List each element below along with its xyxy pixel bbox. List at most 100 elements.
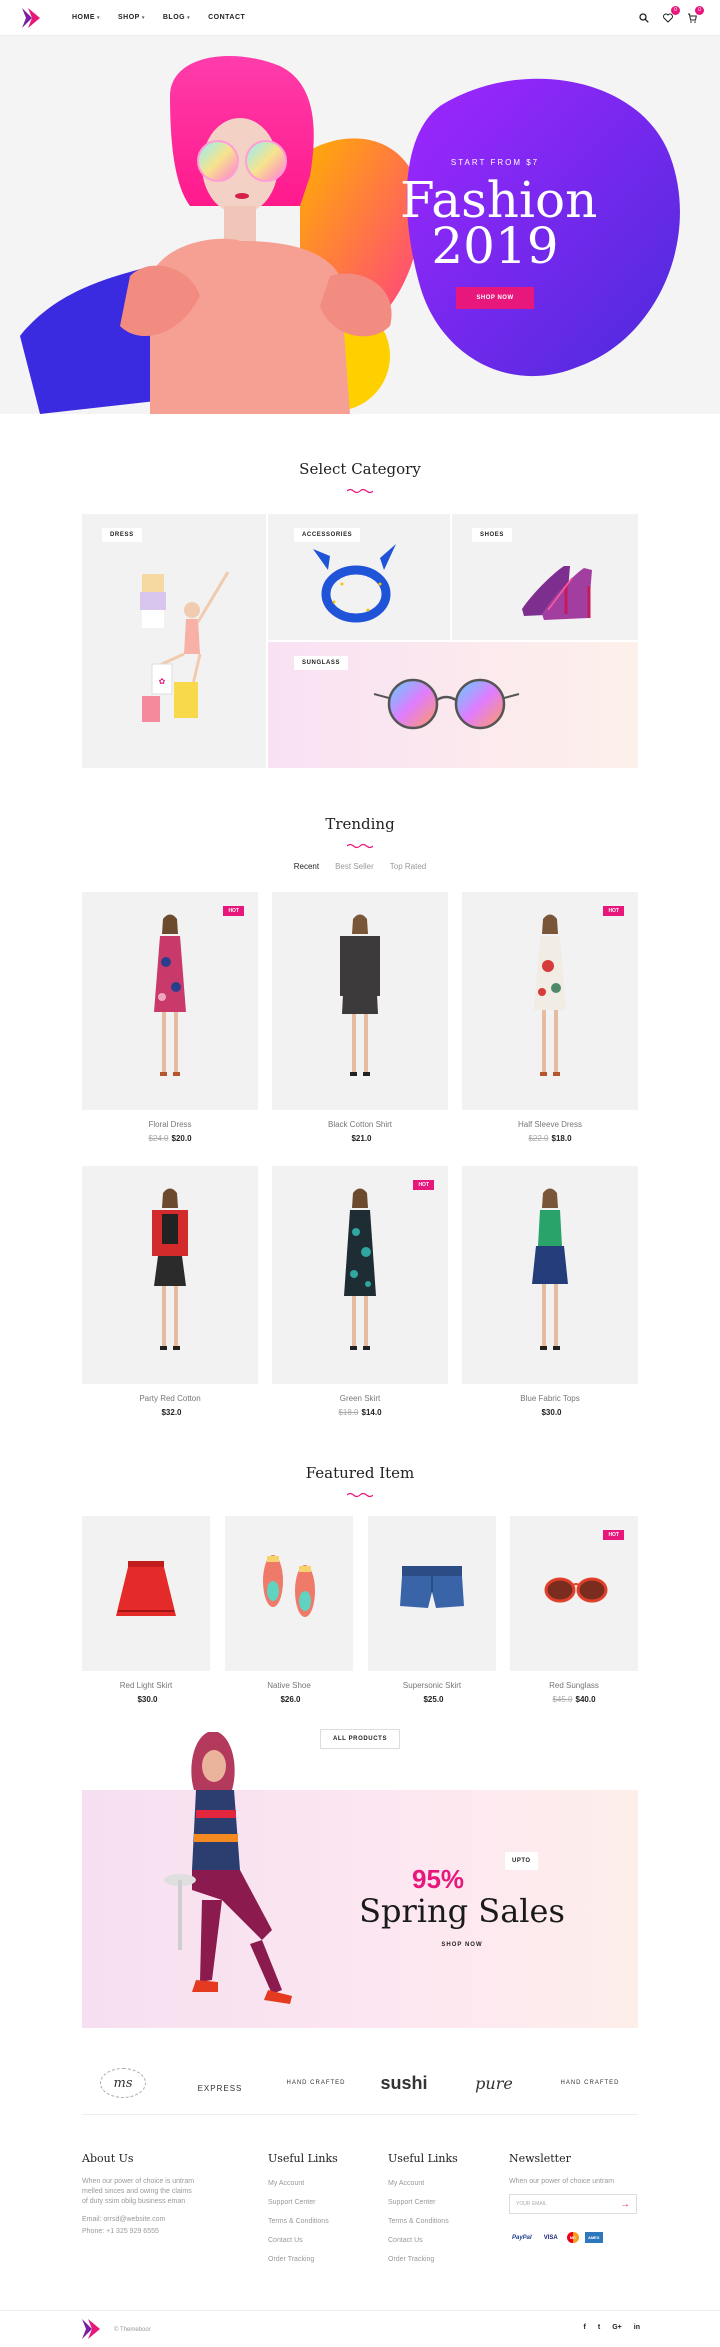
- footer-link[interactable]: Contact Us: [388, 2237, 423, 2244]
- product-name[interactable]: Green Skirt: [271, 1394, 449, 1403]
- footer-links-title: Useful Links: [268, 2152, 338, 2165]
- product-price: $18.0 $14.0: [271, 1408, 449, 1417]
- category-dress[interactable]: DRESS ✿: [82, 514, 266, 768]
- arrow-right-icon[interactable]: →: [620, 2199, 630, 2210]
- google-plus-icon[interactable]: G+: [612, 2324, 622, 2331]
- brand-logo[interactable]: ms: [100, 2068, 146, 2098]
- facebook-icon[interactable]: f: [584, 2324, 586, 2331]
- nav-contact[interactable]: CONTACT: [208, 14, 245, 21]
- cart-count-badge: 0: [695, 5, 704, 15]
- brand-logo[interactable]: pure: [464, 2068, 524, 2098]
- visa-icon: VISA: [543, 2234, 558, 2241]
- footer-link[interactable]: Order Tracking: [388, 2256, 434, 2263]
- copyright: © Themeboor: [114, 2327, 151, 2333]
- product-card[interactable]: [272, 892, 448, 1110]
- brand-logo[interactable]: sushi: [374, 2068, 434, 2098]
- banner-shop-now-link[interactable]: SHOP NOW: [342, 1942, 582, 1948]
- product-card[interactable]: [82, 1166, 258, 1384]
- tab-top-rated[interactable]: Top Rated: [390, 862, 426, 871]
- footer-link[interactable]: Support Center: [388, 2199, 435, 2206]
- product-name[interactable]: Blue Fabric Tops: [461, 1394, 639, 1403]
- product-card[interactable]: HOT: [510, 1516, 638, 1671]
- hot-badge: HOT: [413, 1180, 434, 1190]
- nav-home[interactable]: HOME ▾: [72, 14, 100, 21]
- banner-title: Spring Sales: [359, 1892, 565, 1930]
- footer-link[interactable]: Terms & Conditions: [268, 2218, 329, 2225]
- brand-logo[interactable]: EXPRESS: [190, 2068, 250, 2098]
- product-image: [154, 914, 186, 1076]
- discount-percent: 95%: [412, 1864, 465, 1894]
- current-price: $30.0: [541, 1408, 562, 1417]
- tab-best-seller[interactable]: Best Seller: [335, 862, 374, 871]
- product-image: [344, 1188, 376, 1350]
- hot-badge: HOT: [603, 906, 624, 916]
- footer-link[interactable]: Order Tracking: [268, 2256, 314, 2263]
- product-card[interactable]: [462, 1166, 638, 1384]
- hero-banner: START FROM $7 Fashion 2019 SHOP NOW: [0, 36, 720, 414]
- footer-phone: Phone: +1 325 929 6555: [82, 2228, 159, 2235]
- product-image: [400, 1566, 464, 1608]
- old-price: $18.0: [338, 1408, 359, 1417]
- old-price: $24.0: [148, 1134, 169, 1143]
- product-card[interactable]: [82, 1516, 210, 1671]
- paypal-icon: PayPal: [512, 2234, 532, 2241]
- footer-email: Email: orrsd@website.com: [82, 2216, 166, 2223]
- search-button[interactable]: [638, 12, 650, 24]
- current-price: $25.0: [423, 1695, 444, 1704]
- product-card[interactable]: [225, 1516, 353, 1671]
- category-accessories[interactable]: ACCESSORIES: [268, 514, 450, 640]
- search-icon: [639, 12, 649, 23]
- product-card[interactable]: [368, 1516, 496, 1671]
- mastercard-icon: MC: [566, 2232, 579, 2243]
- social-links: f t G+ in: [584, 2324, 640, 2331]
- brand-logo[interactable]: HAND CRAFTED: [282, 2068, 350, 2098]
- footer-link[interactable]: Contact Us: [268, 2237, 303, 2244]
- category-shoes[interactable]: SHOES: [452, 514, 638, 640]
- footer-about-text: When our power of choice is untram: [82, 2178, 195, 2185]
- product-price: $45.0 $40.0: [485, 1695, 663, 1704]
- product-image: [152, 1188, 188, 1350]
- wave-divider-icon: [347, 488, 373, 494]
- current-price: $18.0: [551, 1134, 572, 1143]
- hero-artwork: [20, 56, 680, 414]
- current-price: $40.0: [575, 1695, 596, 1704]
- footer-link[interactable]: Support Center: [268, 2199, 315, 2206]
- product-name[interactable]: Floral Dress: [81, 1120, 259, 1129]
- product-name[interactable]: Red Sunglass: [485, 1681, 663, 1690]
- tab-recent[interactable]: Recent: [294, 862, 319, 871]
- product-card[interactable]: HOT: [272, 1166, 448, 1384]
- product-name[interactable]: Half Sleeve Dress: [461, 1120, 639, 1129]
- product-card[interactable]: HOT: [462, 892, 638, 1110]
- featured-section-title: Featured Item: [305, 1464, 415, 1482]
- nav-shop[interactable]: SHOP ▾: [118, 14, 145, 21]
- logo-icon[interactable]: [82, 2319, 100, 2339]
- chevron-down-icon: ▾: [141, 14, 145, 21]
- sunglass-category-image: [373, 678, 520, 730]
- footer-bottom-bar: © Themeboor f t G+ in: [0, 2310, 720, 2346]
- product-card[interactable]: HOT: [82, 892, 258, 1110]
- newsletter-placeholder: YOUR EMAIL: [516, 2201, 547, 2207]
- old-price: $45.0: [552, 1695, 573, 1704]
- brand-logo[interactable]: HAND CRAFTED: [556, 2068, 624, 2098]
- footer-about-text: of duty ssim obilg business eman: [82, 2198, 186, 2205]
- spring-sales-banner: UPTO 95% Spring Sales SHOP NOW: [82, 1732, 638, 2028]
- newsletter-email-input[interactable]: YOUR EMAIL →: [509, 2194, 637, 2214]
- footer-link[interactable]: My Account: [268, 2180, 304, 2187]
- heart-icon: [663, 13, 673, 23]
- linkedin-icon[interactable]: in: [634, 2324, 640, 2331]
- product-name[interactable]: Black Cotton Shirt: [271, 1120, 449, 1129]
- all-products-button[interactable]: ALL PRODUCTS: [320, 1729, 400, 1749]
- footer-link[interactable]: Terms & Conditions: [388, 2218, 449, 2225]
- nav-blog[interactable]: BLOG ▾: [163, 14, 190, 21]
- hot-badge: HOT: [603, 1530, 624, 1540]
- product-price: $32.0: [81, 1408, 259, 1417]
- cart-button[interactable]: 0: [686, 5, 704, 24]
- current-price: $30.0: [137, 1695, 158, 1704]
- twitter-icon[interactable]: t: [598, 2324, 600, 2331]
- wishlist-button[interactable]: 0: [662, 5, 680, 24]
- logo[interactable]: [22, 7, 40, 28]
- product-name[interactable]: Party Red Cotton: [81, 1394, 259, 1403]
- category-sunglass[interactable]: SUNGLASS: [268, 642, 638, 768]
- hero-shop-now-button[interactable]: SHOP NOW: [456, 287, 534, 309]
- footer-link[interactable]: My Account: [388, 2180, 424, 2187]
